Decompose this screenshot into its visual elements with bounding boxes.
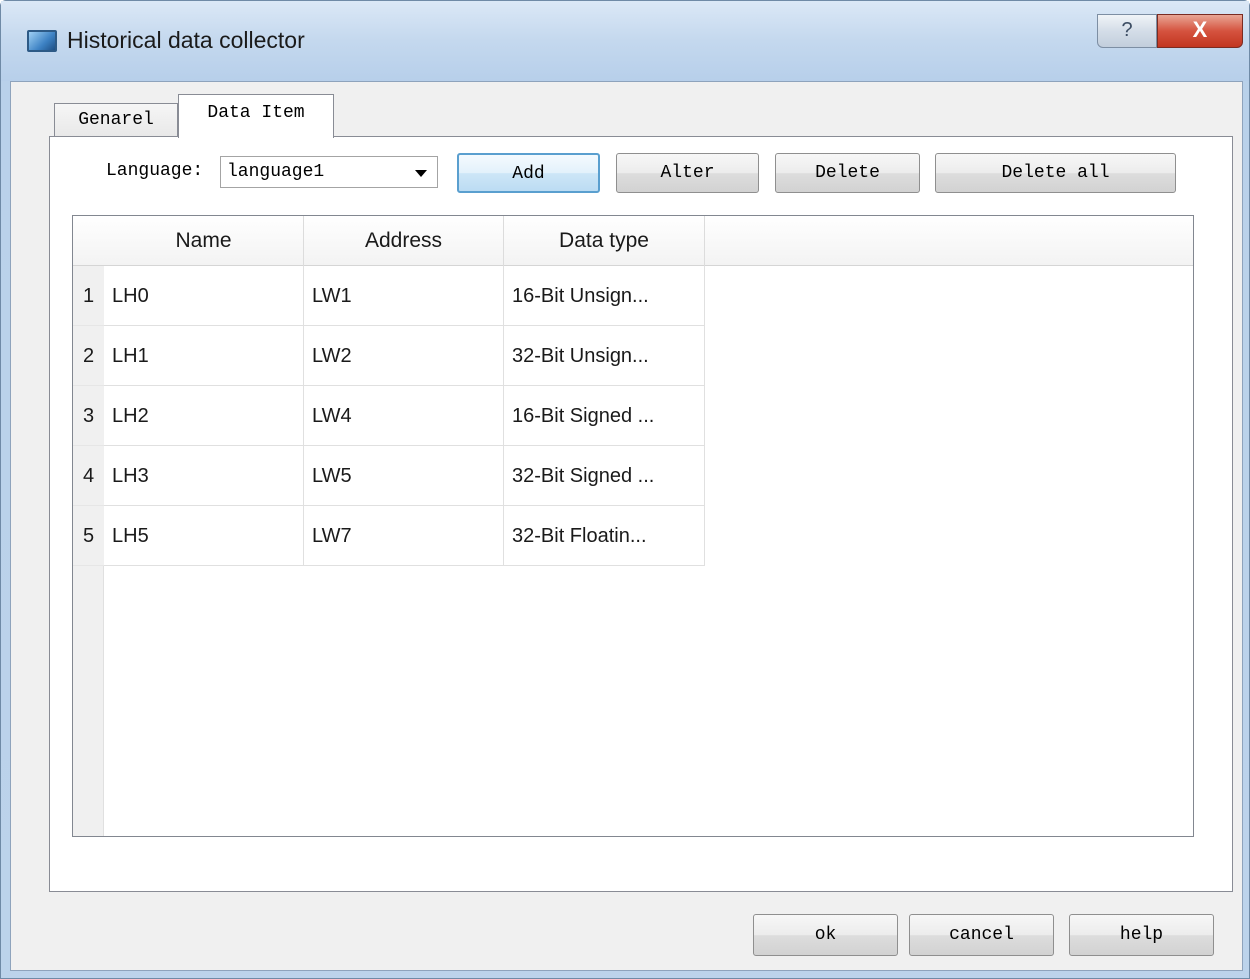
row-number[interactable]: 4 bbox=[73, 446, 104, 506]
cell-data-type[interactable]: 32-Bit Unsign... bbox=[504, 326, 705, 386]
help-icon[interactable]: ? bbox=[1097, 14, 1157, 48]
help-button[interactable]: help bbox=[1069, 914, 1214, 956]
table-row[interactable]: 2 LH1 LW2 32-Bit Unsign... bbox=[73, 326, 705, 386]
data-item-table[interactable]: Name Address Data type 1 LH0 LW1 16-Bit … bbox=[72, 215, 1194, 837]
cell-name[interactable]: LH5 bbox=[104, 506, 304, 566]
language-label: Language: bbox=[106, 161, 204, 181]
delete-all-button[interactable]: Delete all bbox=[935, 153, 1176, 193]
cell-address[interactable]: LW5 bbox=[304, 446, 504, 506]
language-select[interactable]: language1 bbox=[220, 156, 438, 188]
language-select-value: language1 bbox=[227, 162, 325, 182]
close-icon[interactable]: X bbox=[1157, 14, 1243, 48]
cell-address[interactable]: LW4 bbox=[304, 386, 504, 446]
data-item-panel: Language: language1 Add Alter Delete Del… bbox=[49, 136, 1233, 892]
cell-address[interactable]: LW7 bbox=[304, 506, 504, 566]
dialog-window: Historical data collector ? X Genarel Da… bbox=[0, 0, 1250, 979]
cell-data-type[interactable]: 32-Bit Floatin... bbox=[504, 506, 705, 566]
title-bar[interactable]: Historical data collector ? X bbox=[1, 1, 1249, 81]
cell-name[interactable]: LH1 bbox=[104, 326, 304, 386]
cell-data-type[interactable]: 16-Bit Signed ... bbox=[504, 386, 705, 446]
tab-general[interactable]: Genarel bbox=[54, 103, 178, 137]
cell-address[interactable]: LW2 bbox=[304, 326, 504, 386]
table-header: Name Address Data type bbox=[73, 216, 1193, 266]
corner-cell bbox=[73, 216, 104, 266]
alter-button[interactable]: Alter bbox=[616, 153, 759, 193]
app-icon bbox=[27, 30, 57, 52]
dialog-body: Genarel Data Item Language: language1 Ad… bbox=[10, 81, 1243, 971]
column-header-address[interactable]: Address bbox=[304, 216, 504, 266]
ok-button[interactable]: ok bbox=[753, 914, 898, 956]
window-title: Historical data collector bbox=[67, 27, 305, 53]
cell-data-type[interactable]: 16-Bit Unsign... bbox=[504, 266, 705, 326]
cell-name[interactable]: LH3 bbox=[104, 446, 304, 506]
cell-address[interactable]: LW1 bbox=[304, 266, 504, 326]
table-row[interactable]: 1 LH0 LW1 16-Bit Unsign... bbox=[73, 266, 705, 326]
row-number[interactable]: 3 bbox=[73, 386, 104, 446]
row-number[interactable]: 1 bbox=[73, 266, 104, 326]
table-row[interactable]: 3 LH2 LW4 16-Bit Signed ... bbox=[73, 386, 705, 446]
table-row[interactable]: 4 LH3 LW5 32-Bit Signed ... bbox=[73, 446, 705, 506]
tab-data-item[interactable]: Data Item bbox=[178, 94, 334, 138]
chevron-down-icon[interactable] bbox=[415, 170, 427, 177]
add-button[interactable]: Add bbox=[457, 153, 600, 193]
cell-data-type[interactable]: 32-Bit Signed ... bbox=[504, 446, 705, 506]
cancel-button[interactable]: cancel bbox=[909, 914, 1054, 956]
cell-name[interactable]: LH2 bbox=[104, 386, 304, 446]
table-row[interactable]: 5 LH5 LW7 32-Bit Floatin... bbox=[73, 506, 705, 566]
column-header-data-type[interactable]: Data type bbox=[504, 216, 705, 266]
row-number[interactable]: 5 bbox=[73, 506, 104, 566]
cell-name[interactable]: LH0 bbox=[104, 266, 304, 326]
column-header-name[interactable]: Name bbox=[104, 216, 304, 266]
row-number[interactable]: 2 bbox=[73, 326, 104, 386]
delete-button[interactable]: Delete bbox=[775, 153, 920, 193]
